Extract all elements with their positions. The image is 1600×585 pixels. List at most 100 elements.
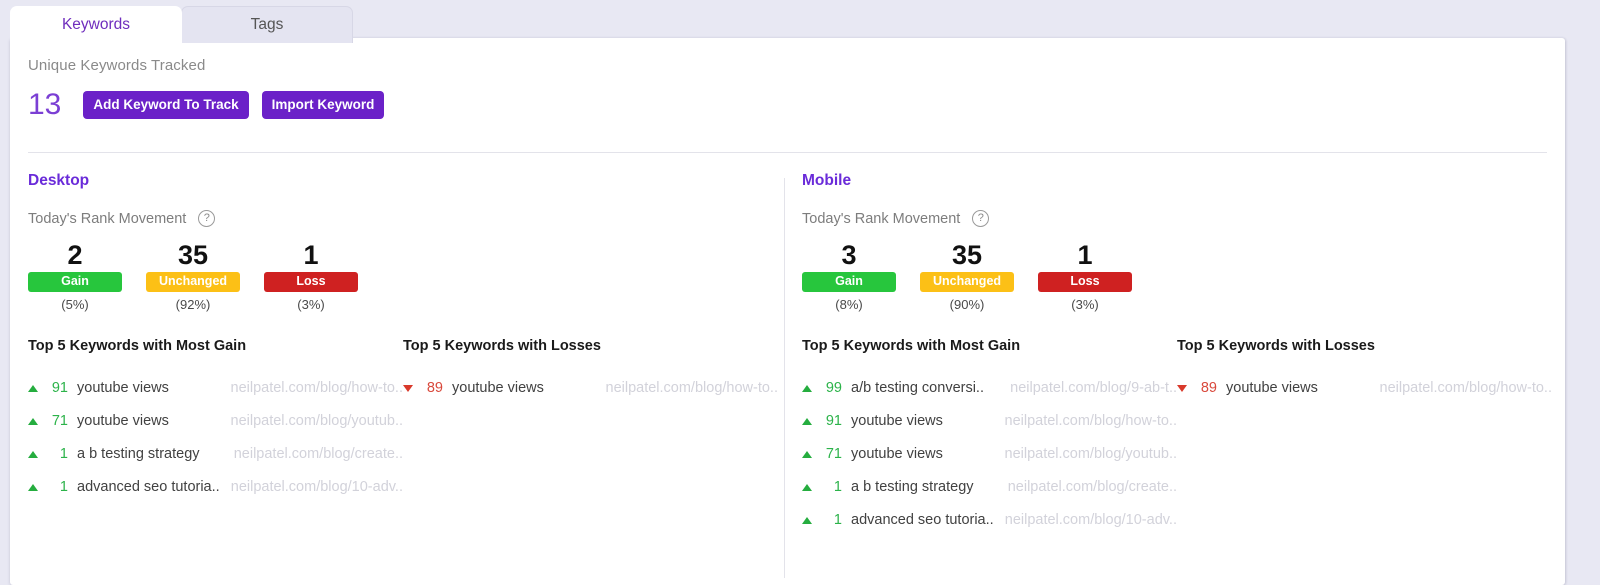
mobile-gain-title: Top 5 Keywords with Most Gain xyxy=(802,337,1021,354)
mobile-stats: 3 Gain (8%) 35 Unchanged (90%) 1 Loss (3… xyxy=(802,241,1547,312)
arrow-up-icon xyxy=(28,450,38,458)
keyword-rank: 71 xyxy=(51,413,68,430)
vertical-divider xyxy=(784,178,785,578)
keyword-url[interactable]: neilpatel.com/blog/how-to.. xyxy=(1370,380,1553,396)
stat-unchanged: 35 Unchanged (92%) xyxy=(146,241,240,312)
keyword-url[interactable]: neilpatel.com/blog/10-adv.. xyxy=(995,512,1177,528)
stat-gain-number: 3 xyxy=(841,240,857,270)
table-row[interactable]: 1 a b testing strategy neilpatel.com/blo… xyxy=(802,471,1177,504)
arrow-up-icon xyxy=(802,483,812,491)
desktop-gain-title: Top 5 Keywords with Most Gain xyxy=(28,337,247,354)
arrow-up-icon xyxy=(802,384,812,392)
arrow-up-icon xyxy=(802,516,812,524)
mobile-keyword-lists: Top 5 Keywords with Most Gain 99 a/b tes… xyxy=(802,338,1552,537)
table-row[interactable]: 71 youtube views neilpatel.com/blog/yout… xyxy=(28,405,403,438)
desktop-rank-movement-label: Today's Rank Movement xyxy=(28,210,187,227)
keyword-url[interactable]: neilpatel.com/blog/10-adv.. xyxy=(221,479,403,495)
desktop-keyword-lists: Top 5 Keywords with Most Gain 91 youtube… xyxy=(28,338,778,504)
mobile-loss-list: Top 5 Keywords with Losses 89 youtube vi… xyxy=(1177,338,1552,537)
stat-loss-number: 1 xyxy=(303,240,319,270)
arrow-down-icon xyxy=(403,384,413,392)
unique-keywords-label: Unique Keywords Tracked xyxy=(28,57,206,74)
stat-gain: 2 Gain (5%) xyxy=(28,241,122,312)
keyword-term: advanced seo tutoria.. xyxy=(851,512,994,529)
stat-gain-percent: (5%) xyxy=(61,296,89,312)
keyword-url[interactable]: neilpatel.com/blog/how-to.. xyxy=(221,380,404,396)
stat-gain-badge: Gain xyxy=(802,272,896,292)
keyword-url[interactable]: neilpatel.com/blog/youtub.. xyxy=(995,446,1178,462)
stat-loss-number: 1 xyxy=(1077,240,1093,270)
stat-loss-badge: Loss xyxy=(264,272,358,292)
desktop-loss-title: Top 5 Keywords with Losses xyxy=(403,337,601,354)
stat-unchanged-badge: Unchanged xyxy=(920,272,1014,292)
keyword-term: advanced seo tutoria.. xyxy=(77,479,220,496)
arrow-down-icon xyxy=(1177,384,1187,392)
table-row[interactable]: 1 a b testing strategy neilpatel.com/blo… xyxy=(28,438,403,471)
tab-bar: Keywords Tags xyxy=(10,3,353,43)
stat-unchanged-number: 35 xyxy=(177,240,209,270)
keyword-rank: 1 xyxy=(59,446,68,463)
keyword-url[interactable]: neilpatel.com/blog/youtub.. xyxy=(221,413,404,429)
stat-unchanged-percent: (92%) xyxy=(175,296,211,312)
add-keyword-button[interactable]: Add Keyword To Track xyxy=(83,90,249,120)
table-row[interactable]: 89 youtube views neilpatel.com/blog/how-… xyxy=(403,372,778,405)
tab-keywords[interactable]: Keywords xyxy=(10,6,182,43)
tab-tags[interactable]: Tags xyxy=(181,6,353,43)
stat-unchanged-percent: (90%) xyxy=(949,296,985,312)
keyword-term: youtube views xyxy=(77,380,169,397)
stat-gain-percent: (8%) xyxy=(835,296,863,312)
help-icon[interactable]: ? xyxy=(198,210,216,227)
keyword-term: a b testing strategy xyxy=(77,446,200,463)
keyword-url[interactable]: neilpatel.com/blog/create.. xyxy=(998,479,1177,495)
mobile-gain-list: Top 5 Keywords with Most Gain 99 a/b tes… xyxy=(802,338,1177,537)
table-row[interactable]: 91 youtube views neilpatel.com/blog/how-… xyxy=(28,372,403,405)
table-row[interactable]: 1 advanced seo tutoria.. neilpatel.com/b… xyxy=(802,504,1177,537)
tab-keywords-label: Keywords xyxy=(61,15,131,33)
stat-gain: 3 Gain (8%) xyxy=(802,241,896,312)
mobile-rank-movement-subhead: Today's Rank Movement ? xyxy=(802,210,1547,227)
keyword-rank: 89 xyxy=(426,380,443,397)
stat-unchanged-number: 35 xyxy=(951,240,983,270)
arrow-up-icon xyxy=(28,384,38,392)
table-row[interactable]: 1 advanced seo tutoria.. neilpatel.com/b… xyxy=(28,471,403,504)
keyword-rank: 91 xyxy=(825,413,842,430)
import-keyword-button[interactable]: Import Keyword xyxy=(261,90,385,120)
table-row[interactable]: 89 youtube views neilpatel.com/blog/how-… xyxy=(1177,372,1552,405)
table-row[interactable]: 99 a/b testing conversi.. neilpatel.com/… xyxy=(802,372,1177,405)
stat-unchanged-badge: Unchanged xyxy=(146,272,240,292)
arrow-up-icon xyxy=(802,417,812,425)
keywords-card: Unique Keywords Tracked 13 Add Keyword T… xyxy=(10,38,1565,585)
keyword-term: youtube views xyxy=(452,380,544,397)
mobile-rank-movement-label: Today's Rank Movement xyxy=(802,210,961,227)
keyword-count-row: 13 Add Keyword To Track Import Keyword xyxy=(28,90,397,120)
keyword-term: a b testing strategy xyxy=(851,479,974,496)
keyword-term: youtube views xyxy=(77,413,169,430)
keyword-rank: 1 xyxy=(833,479,842,496)
keyword-rank: 1 xyxy=(833,512,842,529)
tab-tags-label: Tags xyxy=(250,16,284,33)
mobile-loss-title: Top 5 Keywords with Losses xyxy=(1177,337,1375,354)
stat-loss: 1 Loss (3%) xyxy=(264,241,358,312)
stat-gain-number: 2 xyxy=(67,240,83,270)
table-row[interactable]: 71 youtube views neilpatel.com/blog/yout… xyxy=(802,438,1177,471)
page-root: Keywords Tags Unique Keywords Tracked 13… xyxy=(0,0,1600,585)
desktop-gain-list: Top 5 Keywords with Most Gain 91 youtube… xyxy=(28,338,403,504)
desktop-loss-list: Top 5 Keywords with Losses 89 youtube vi… xyxy=(403,338,778,504)
unique-keywords-count: 13 xyxy=(28,88,62,121)
horizontal-divider xyxy=(28,152,1547,153)
keyword-url[interactable]: neilpatel.com/blog/9-ab-t.. xyxy=(1000,380,1177,396)
help-icon[interactable]: ? xyxy=(972,210,990,227)
arrow-up-icon xyxy=(802,450,812,458)
table-row[interactable]: 91 youtube views neilpatel.com/blog/how-… xyxy=(802,405,1177,438)
keyword-rank: 71 xyxy=(825,446,842,463)
arrow-up-icon xyxy=(28,483,38,491)
panel-desktop-title: Desktop xyxy=(28,172,90,189)
keyword-url[interactable]: neilpatel.com/blog/how-to.. xyxy=(596,380,779,396)
keyword-url[interactable]: neilpatel.com/blog/create.. xyxy=(224,446,403,462)
keyword-url[interactable]: neilpatel.com/blog/how-to.. xyxy=(995,413,1178,429)
keyword-term: youtube views xyxy=(851,413,943,430)
keyword-rank: 89 xyxy=(1200,380,1217,397)
keyword-rank: 99 xyxy=(825,380,842,397)
desktop-rank-movement-subhead: Today's Rank Movement ? xyxy=(28,210,778,227)
desktop-stats: 2 Gain (5%) 35 Unchanged (92%) 1 Loss (3… xyxy=(28,241,778,312)
